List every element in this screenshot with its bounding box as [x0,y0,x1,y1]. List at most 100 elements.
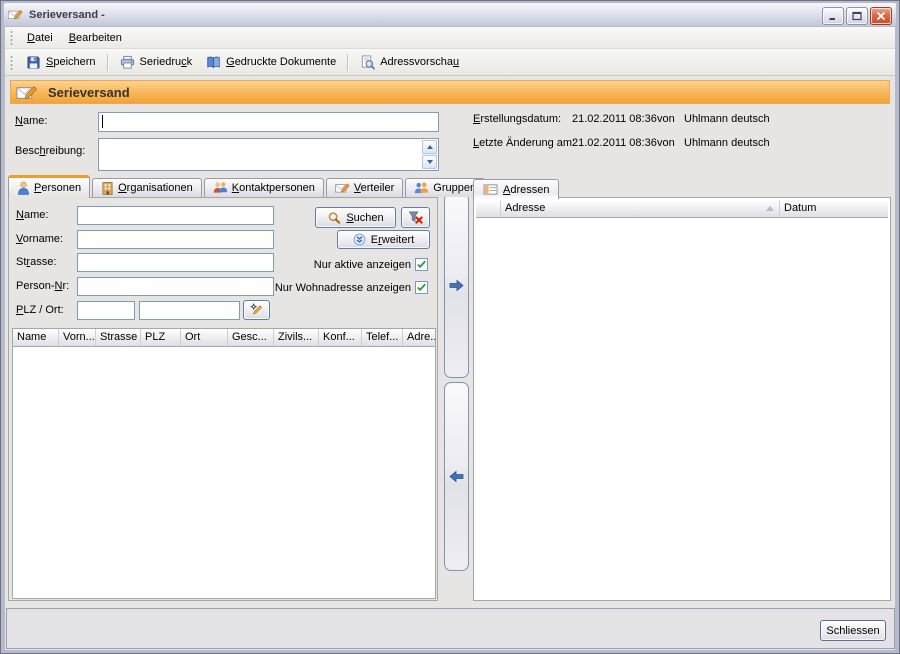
groups-icon [414,181,429,195]
name-input[interactable] [98,112,439,132]
tab-label: Kontaktpersonen [232,182,315,194]
titlebar[interactable]: Serieversand - [4,3,896,26]
search-icon [327,211,341,225]
column-header[interactable]: Name [13,329,59,347]
tab-label: Gruppen [433,182,476,194]
book-icon [206,55,221,70]
toolbar-gedruckte-dokumente-button[interactable]: Gedruckte Dokumente [199,52,343,73]
arrow-left-icon [449,470,464,483]
results-table-body [13,347,435,598]
tab-personen[interactable]: Personen [8,175,90,198]
person-tabstrip: Personen Organisationen Kontaktpersonen … [8,178,485,197]
column-header[interactable]: Konf... [319,329,362,347]
toolbar-adressvorschau-button[interactable]: Adressvorschau [353,52,466,73]
clear-filter-button[interactable] [401,207,430,228]
scroll-up-button[interactable] [422,140,437,154]
schliessen-button[interactable]: Schliessen [820,620,886,641]
suchen-label: Suchen [346,212,383,224]
search-personnr-input[interactable] [77,277,274,296]
sort-ascending-icon [766,206,774,211]
address-table-body [476,218,888,598]
person-search-panel: Name: Vorname: Strasse: Person-Nr: PLZ /… [8,197,438,601]
tab-adressen[interactable]: Adressen [473,179,559,199]
arrow-up-icon [427,145,433,149]
column-header-datum[interactable]: Datum [780,200,888,218]
envelope-pencil-icon [16,84,38,101]
printer-icon [120,55,135,70]
toolbar-seriedruck-button[interactable]: Seriedruck [113,52,200,73]
erweitert-label: Erweitert [371,234,414,246]
checkbox-wohnadresse-label: Nur Wohnadresse anzeigen [269,282,411,294]
menubar-grip-icon[interactable] [10,30,13,45]
address-table-header: Adresse Datum [476,200,888,218]
search-plz-input[interactable] [77,301,135,320]
description-label: Beschreibung: [15,145,85,157]
tab-label: Adressen [503,184,549,196]
search-ort-input[interactable] [139,301,240,320]
created-by: Uhlmann deutsch [684,113,770,125]
column-header[interactable]: Gesc... [228,329,274,347]
description-textarea[interactable] [98,138,439,171]
schliessen-label: Schliessen [826,625,879,637]
remove-from-selection-button[interactable] [444,382,469,571]
description-scrollbar[interactable] [422,140,437,169]
menubar: Datei Bearbeiten [5,27,895,49]
toolbar-label: Seriedruck [140,56,193,68]
results-table-header: Name Vorn... Strasse PLZ Ort Gesc... Ziv… [13,329,435,347]
plz-lookup-button[interactable] [243,300,270,320]
column-header[interactable]: Zivils... [274,329,319,347]
save-icon [26,55,41,70]
check-icon [416,259,427,270]
search-plzort-label: PLZ / Ort: [16,304,64,316]
address-card-icon [483,183,498,196]
search-vorname-input[interactable] [77,230,274,249]
name-label: Name: [15,115,47,127]
modified-date: 21.02.2011 08:36 [572,137,657,149]
column-header[interactable]: Strasse [96,329,141,347]
column-header[interactable]: Telef... [362,329,403,347]
toolbar-label: Gedruckte Dokumente [226,56,336,68]
column-header[interactable] [476,200,501,218]
window-title: Serieversand - [29,9,105,21]
search-strasse-input[interactable] [77,253,274,272]
erweitert-button[interactable]: Erweitert [337,230,430,249]
scroll-down-button[interactable] [422,155,437,169]
menu-datei[interactable]: Datei [19,29,61,47]
app-window: Serieversand - Datei Bearbeiten Speicher… [0,0,900,654]
app-icon [8,8,23,21]
tab-label: Organisationen [118,182,193,194]
created-date: 21.02.2011 08:36 [572,113,657,125]
distribution-envelope-icon [335,182,350,194]
tab-verteiler[interactable]: Verteiler [326,178,403,197]
text-caret [102,115,103,128]
checkbox-active[interactable] [415,258,428,271]
maximize-button[interactable] [846,7,868,25]
toolbar-grip-icon[interactable] [10,55,13,70]
suchen-button[interactable]: Suchen [315,207,396,228]
arrow-right-icon [449,279,464,292]
tab-label: Personen [34,182,81,194]
search-name-input[interactable] [77,206,274,225]
column-header-adresse[interactable]: Adresse [501,200,780,218]
modified-by: Uhlmann deutsch [684,137,770,149]
modified-von-label: von [657,137,675,149]
close-button[interactable] [870,7,892,25]
toolbar-label: Speichern [46,56,96,68]
checkbox-wohnadresse[interactable] [415,281,428,294]
column-header[interactable]: Ort [181,329,228,347]
column-header[interactable]: PLZ [141,329,181,347]
address-panel: Adresse Datum [473,197,891,601]
column-header[interactable]: Vorn... [59,329,96,347]
tab-organisationen[interactable]: Organisationen [92,178,202,197]
minimize-button[interactable] [822,7,844,25]
menu-bearbeiten[interactable]: Bearbeiten [61,29,130,47]
modified-label: Letzte Änderung am: [473,137,575,149]
tab-kontaktpersonen[interactable]: Kontaktpersonen [204,178,324,197]
person-results-table: Name Vorn... Strasse PLZ Ort Gesc... Ziv… [12,328,436,599]
toolbar-speichern-button[interactable]: Speichern [19,52,103,73]
edit-star-icon [250,303,264,317]
window-controls [822,7,892,25]
maximize-icon [852,11,862,21]
column-header[interactable]: Adre... [403,329,435,347]
add-to-selection-button[interactable] [444,193,469,378]
